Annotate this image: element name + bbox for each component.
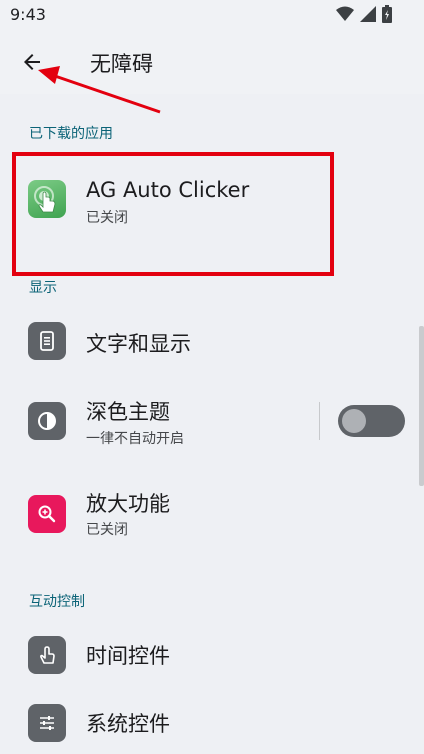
text-display-icon [28,322,66,360]
system-controls-icon [28,704,66,742]
app-bar: 无障碍 [0,30,424,94]
row-title: 系统控件 [86,712,170,736]
signal-icon [360,6,376,22]
row-title: 时间控件 [86,644,170,668]
back-button[interactable] [10,42,54,82]
magnification-icon [28,495,66,533]
list-item-system-controls[interactable]: 系统控件 [0,690,418,754]
toggle-knob [342,409,366,433]
scrollbar[interactable] [419,326,424,486]
arrow-back-icon [24,54,40,70]
row-subtitle: 一律不自动开启 [86,431,184,447]
battery-icon [382,5,392,23]
dark-theme-icon [28,402,66,440]
row-subtitle: 已关闭 [86,522,128,538]
annotation-highlight-box [12,152,334,276]
list-item-text-and-display[interactable]: 文字和显示 [0,306,418,378]
section-header-interaction-controls: 互动控制 [29,594,85,610]
section-header-downloaded-apps: 已下载的应用 [29,126,113,142]
timing-controls-icon [28,636,66,674]
list-item-dark-theme[interactable]: 深色主题 一律不自动开启 [0,384,418,460]
wifi-icon [336,6,354,21]
list-item-magnification[interactable]: 放大功能 已关闭 [0,474,418,554]
page-title: 无障碍 [90,52,153,76]
row-title: 深色主题 [86,400,170,424]
dark-theme-toggle[interactable] [338,405,405,437]
section-header-display: 显示 [29,280,57,296]
status-time: 9:43 [10,5,46,24]
row-title: 文字和显示 [86,332,191,356]
toggle-divider [319,402,320,440]
status-icons [336,5,392,23]
list-item-timing-controls[interactable]: 时间控件 [0,620,418,690]
status-bar: 9:43 [0,0,424,30]
row-title: 放大功能 [86,492,170,516]
